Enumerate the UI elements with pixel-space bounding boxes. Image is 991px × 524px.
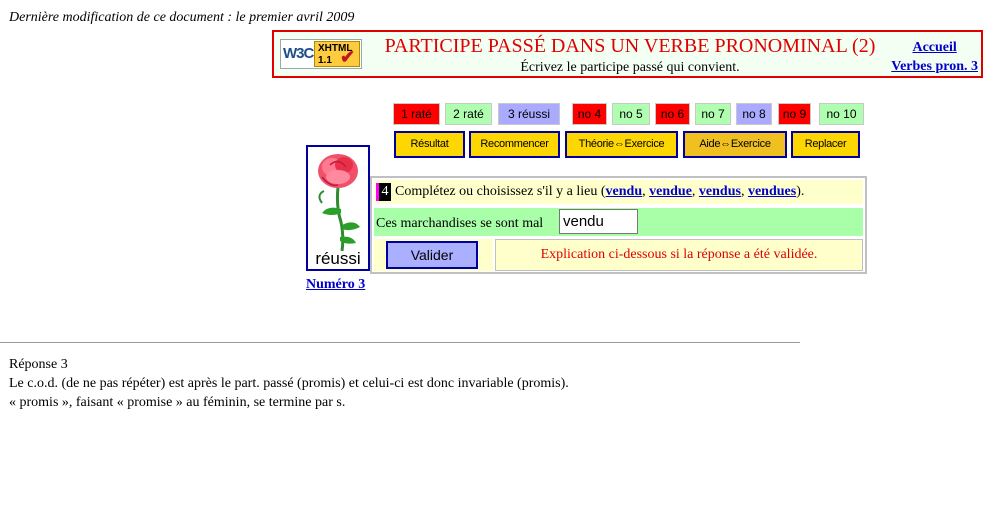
xhtml-label-box: XHTML 1.1 ✔ [314,41,360,67]
theorie-button[interactable]: Théorie⇔Exercice [565,131,678,158]
status-item-8[interactable]: no 8 [736,103,772,125]
validate-cell: Valider [374,239,493,271]
option-link[interactable]: vendues [748,184,796,199]
answer-input[interactable]: vendu [559,209,638,234]
answer-line-2: « promis », faisant « promise » au fémin… [9,395,346,410]
question-row: 4 Complétez ou choisissez s'il y a lieu (… [374,180,863,204]
option-link[interactable]: vendu [606,184,643,199]
status-item-5[interactable]: no 5 [612,103,650,125]
instruction-suffix: ). [796,184,805,199]
page-header: W3C XHTML 1.1 ✔ PARTICIPE PASSÉ DANS UN … [272,30,983,78]
aide-button[interactable]: Aide⇔Exercice [683,131,787,158]
rose-image [318,154,360,252]
exercise-panel: 4 Complétez ou choisissez s'il y a lieu (… [370,176,867,274]
rose-status-label: réussi [315,249,361,268]
answer-explanation: Réponse 3 Le c.o.d. (de ne pas répéter) … [9,355,569,412]
status-item-10[interactable]: no 10 [819,103,864,125]
status-item-6[interactable]: no 6 [655,103,690,125]
instruction-prefix: Complétez ou choisissez s'il y a lieu ( [395,184,606,199]
question-number: 4 [376,182,391,201]
checkmark-icon: ✔ [340,47,356,67]
option-link[interactable]: vendue [649,184,692,199]
answer-title: Réponse 3 [9,357,68,372]
valider-button[interactable]: Valider [386,241,478,269]
last-modified-text: Dernière modification de ce document : l… [9,10,355,25]
numero-link[interactable]: Numéro 3 [306,277,365,293]
nav-links: Accueil Verbes pron. 3 [891,38,978,76]
answer-line-1: Le c.o.d. (de ne pas répéter) est après … [9,376,569,391]
accueil-link[interactable]: Accueil [891,38,978,57]
status-item-4[interactable]: no 4 [572,103,607,125]
status-item-9[interactable]: no 9 [778,103,811,125]
status-item-7[interactable]: no 7 [695,103,731,125]
recommencer-button[interactable]: Recommencer [469,131,560,158]
rose-image-box: réussi [306,145,370,271]
xhtml-version: 1.1 [318,55,332,66]
status-item-3[interactable]: 3 réussi [498,103,560,125]
page-subtitle: Écrivez le participe passé qui convient. [520,60,740,75]
option-link[interactable]: vendus [699,184,741,199]
sentence-text: Ces marchandises se sont mal [376,216,544,231]
sentence-row: Ces marchandises se sont mal vendu [374,208,863,236]
option-separator: , [740,184,748,199]
replacer-button[interactable]: Replacer [791,131,860,158]
explanation-text: Explication ci-dessous si la réponse a é… [495,239,863,271]
w3c-xhtml-badge[interactable]: W3C XHTML 1.1 ✔ [280,39,362,69]
page-title: PARTICIPE PASSÉ DANS UN VERBE PRONOMINAL… [384,35,876,57]
option-separator: , [691,184,699,199]
w3c-logo: W3C [283,45,314,62]
status-item-2[interactable]: 2 raté [445,103,492,125]
divider [0,342,800,343]
verbes-pron-link[interactable]: Verbes pron. 3 [891,57,978,76]
status-item-1[interactable]: 1 raté [393,103,440,125]
resultat-button[interactable]: Résultat [394,131,465,158]
